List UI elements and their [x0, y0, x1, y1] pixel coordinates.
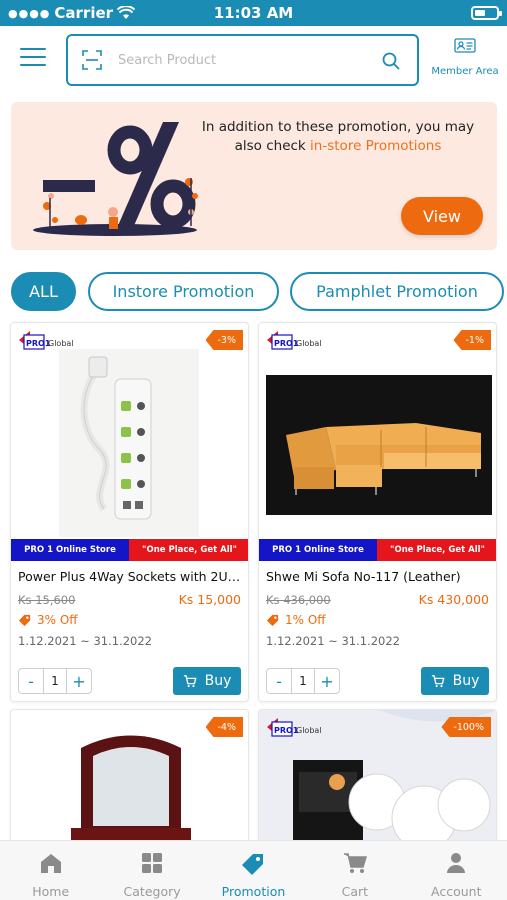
account-icon	[447, 853, 466, 873]
home-icon	[40, 854, 61, 873]
svg-text:Global: Global	[296, 726, 322, 735]
product-image-power-socket[interactable]	[59, 349, 199, 537]
discount-badge: -100%	[441, 717, 491, 737]
search-input[interactable]	[118, 48, 368, 72]
cart-icon	[343, 853, 367, 873]
battery-icon	[471, 6, 502, 20]
discount-info: 3% Off	[18, 613, 78, 627]
nav-cart-label: Cart	[341, 884, 369, 899]
tag-icon	[18, 614, 31, 626]
nav-category[interactable]: Category	[101, 841, 202, 900]
discount-info: 1% Off	[266, 613, 326, 627]
member-card-icon	[454, 38, 476, 53]
member-area-button[interactable]: Member Area	[425, 36, 505, 86]
promo-banner: In addition to these promotion, you may …	[11, 102, 497, 250]
discount-percent-label: 3% Off	[37, 613, 78, 627]
old-price: Ks 436,000	[266, 593, 331, 607]
status-time: 11:03 AM	[213, 4, 294, 22]
store-strip: PRO 1 Online Store "One Place, Get All"	[259, 539, 496, 561]
cart-icon	[183, 675, 197, 688]
tag-icon	[242, 854, 264, 875]
quantity-stepper: - 1 +	[18, 668, 92, 694]
decrement-button[interactable]: -	[19, 669, 43, 693]
member-area-label: Member Area	[431, 66, 499, 77]
filter-chip-instore-promotion[interactable]: Instore Promotion	[88, 272, 279, 311]
scan-icon[interactable]	[82, 50, 102, 70]
view-button[interactable]: View	[401, 197, 483, 235]
nav-account-label: Account	[431, 884, 482, 899]
product-name[interactable]: Power Plus 4Way Sockets with 2USB...	[18, 569, 244, 584]
category-icon	[142, 853, 163, 873]
svg-text:Global: Global	[48, 339, 74, 348]
pro1-global-logo: PRO1 Global	[267, 331, 322, 350]
old-price: Ks 15,600	[18, 593, 76, 607]
svg-text:Global: Global	[296, 339, 322, 348]
nav-category-label: Category	[123, 884, 181, 899]
cart-icon	[431, 675, 445, 688]
filter-chip-all[interactable]: ALL	[11, 272, 76, 311]
nav-cart[interactable]: Cart	[304, 841, 405, 900]
buy-button[interactable]: Buy	[173, 667, 241, 695]
discount-badge: -1%	[453, 330, 491, 350]
status-bar: ●●●● Carrier 11:03 AM	[0, 0, 507, 26]
decrement-button[interactable]: -	[267, 669, 291, 693]
filter-chip-pamphlet-promotion[interactable]: Pamphlet Promotion	[290, 272, 504, 311]
tag-icon	[266, 614, 279, 626]
buy-button[interactable]: Buy	[421, 667, 489, 695]
nav-home[interactable]: Home	[0, 841, 101, 900]
product-card[interactable]: PRO1 Global -100%	[258, 709, 497, 849]
discount-badge: -4%	[205, 717, 243, 737]
nav-account[interactable]: Account	[406, 841, 507, 900]
store-name-label: PRO 1 Online Store	[11, 539, 129, 561]
buy-label: Buy	[204, 673, 232, 689]
new-price: Ks 15,000	[178, 592, 241, 607]
product-image-sofa[interactable]	[266, 375, 492, 515]
hamburger-menu-button[interactable]	[20, 48, 46, 70]
product-card[interactable]: PRO1 Global -3% PRO 1 Online Store "One …	[10, 322, 249, 702]
nav-promotion[interactable]: Promotion	[203, 841, 304, 900]
product-card[interactable]: PRO1 Global -1% PRO 1 Online Store "One …	[258, 322, 497, 702]
search-box	[66, 34, 419, 86]
discount-percent-label: 1% Off	[285, 613, 326, 627]
discount-badge: -3%	[205, 330, 243, 350]
store-slogan-label: "One Place, Get All"	[377, 539, 496, 561]
quantity-stepper: - 1 +	[266, 668, 340, 694]
increment-button[interactable]: +	[67, 669, 91, 693]
store-name-label: PRO 1 Online Store	[259, 539, 377, 561]
store-slogan-label: "One Place, Get All"	[129, 539, 248, 561]
product-image-dressing-table[interactable]	[71, 728, 191, 848]
in-store-promotions-link[interactable]: in-store Promotions	[310, 138, 441, 154]
percent-illustration	[33, 122, 198, 236]
quantity-value[interactable]: 1	[291, 669, 315, 693]
store-strip: PRO 1 Online Store "One Place, Get All"	[11, 539, 248, 561]
product-card[interactable]: -4%	[10, 709, 249, 849]
new-price: Ks 430,000	[418, 592, 489, 607]
bottom-navigation: Home Category Promotion Cart Account	[0, 840, 507, 900]
increment-button[interactable]: +	[315, 669, 339, 693]
nav-home-label: Home	[32, 884, 70, 899]
pro1-global-logo: PRO1 Global	[19, 331, 74, 350]
pro1-global-logo: PRO1 Global	[267, 718, 322, 737]
product-name[interactable]: Shwe Mi Sofa No-117 (Leather)	[266, 569, 492, 584]
quantity-value[interactable]: 1	[43, 669, 67, 693]
search-icon[interactable]	[381, 51, 401, 71]
buy-label: Buy	[452, 673, 480, 689]
promotion-dates: 1.12.2021 ~ 31.1.2022	[266, 634, 401, 648]
banner-text: In addition to these promotion, you may …	[193, 118, 483, 156]
nav-promotion-label: Promotion	[221, 884, 286, 899]
promotion-dates: 1.12.2021 ~ 31.1.2022	[18, 634, 153, 648]
